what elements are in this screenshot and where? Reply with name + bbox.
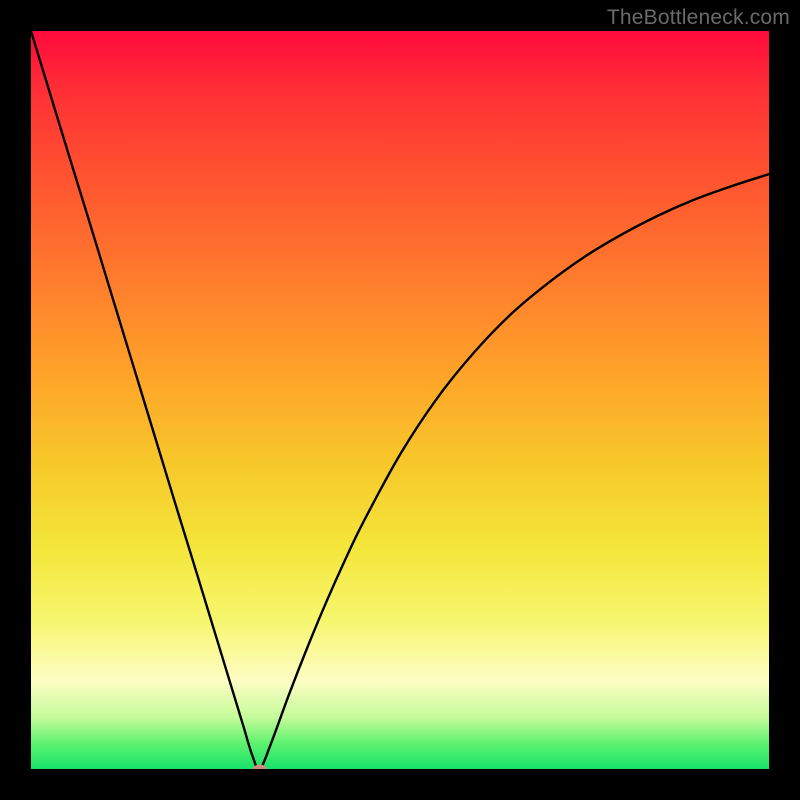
bottleneck-curve	[31, 31, 769, 769]
curve-svg	[31, 31, 769, 769]
plot-area	[31, 31, 769, 769]
chart-frame: TheBottleneck.com	[0, 0, 800, 800]
watermark-text: TheBottleneck.com	[607, 6, 790, 30]
